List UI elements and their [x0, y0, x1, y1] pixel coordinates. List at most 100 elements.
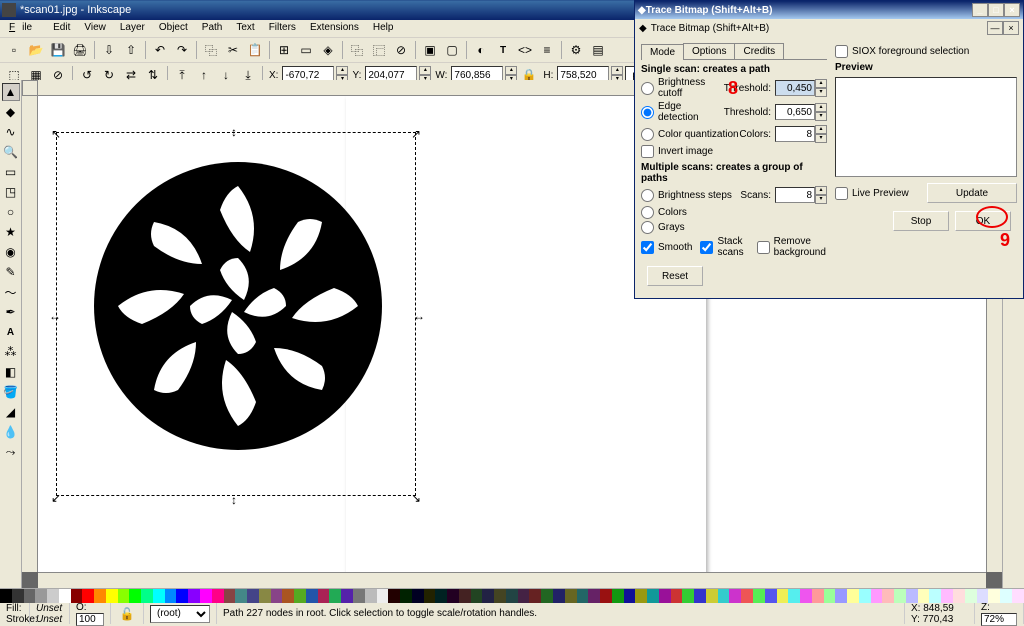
copy-icon[interactable]: ⿻: [201, 40, 221, 60]
gradient-tool[interactable]: ◢: [2, 403, 20, 421]
handle-tm[interactable]: ↕: [231, 125, 241, 135]
dialog-titlebar[interactable]: ◆ Trace Bitmap (Shift+Alt+B) _ □ ×: [635, 1, 1023, 19]
removebg-checkbox[interactable]: [757, 241, 770, 254]
unlink-icon[interactable]: ⊘: [391, 40, 411, 60]
swatch[interactable]: [224, 589, 236, 603]
zoom-fit-icon[interactable]: ⊞: [274, 40, 294, 60]
livepreview-checkbox[interactable]: [835, 187, 848, 200]
tweak-tool[interactable]: ∿: [2, 123, 20, 141]
tab-mode[interactable]: Mode: [641, 44, 684, 60]
colors-radio[interactable]: [641, 206, 654, 219]
swatch[interactable]: [635, 589, 647, 603]
undo-icon[interactable]: ↶: [150, 40, 170, 60]
xml-icon[interactable]: <>: [515, 40, 535, 60]
ruler-vertical[interactable]: [22, 96, 38, 572]
swatch[interactable]: [741, 589, 753, 603]
colors-input[interactable]: [775, 126, 815, 142]
connector-tool[interactable]: ⤳: [2, 443, 20, 461]
handle-bl[interactable]: ↙: [51, 491, 61, 501]
swatch[interactable]: [459, 589, 471, 603]
scrollbar-horizontal[interactable]: [38, 572, 986, 588]
menu-help[interactable]: Help: [366, 20, 401, 37]
node-tool[interactable]: ◆: [2, 103, 20, 121]
swatch[interactable]: [447, 589, 459, 603]
export-icon[interactable]: ⇧: [121, 40, 141, 60]
swatch[interactable]: [918, 589, 930, 603]
swatch[interactable]: [859, 589, 871, 603]
swatch[interactable]: [153, 589, 165, 603]
redo-icon[interactable]: ↷: [172, 40, 192, 60]
text-tool[interactable]: A: [2, 323, 20, 341]
zoom-tool[interactable]: 🔍: [2, 143, 20, 161]
swatch[interactable]: [882, 589, 894, 603]
artwork-circle[interactable]: [88, 156, 388, 456]
swatch[interactable]: [212, 589, 224, 603]
colorquant-radio[interactable]: [641, 128, 654, 141]
fill-stroke-icon[interactable]: ◐: [471, 40, 491, 60]
swatch[interactable]: [200, 589, 212, 603]
swatch[interactable]: [271, 589, 283, 603]
edge-radio[interactable]: [641, 106, 654, 119]
bezier-tool[interactable]: 〜: [2, 283, 20, 301]
swatch[interactable]: [824, 589, 836, 603]
edge-thresh-input[interactable]: [775, 104, 815, 120]
swatch[interactable]: [694, 589, 706, 603]
new-icon[interactable]: ▫: [4, 40, 24, 60]
swatch[interactable]: [424, 589, 436, 603]
swatch[interactable]: [577, 589, 589, 603]
dialog-close-button[interactable]: ×: [1004, 3, 1020, 17]
swatch[interactable]: [341, 589, 353, 603]
swatch[interactable]: [965, 589, 977, 603]
swatch[interactable]: [247, 589, 259, 603]
bucket-tool[interactable]: 🪣: [2, 383, 20, 401]
swatch[interactable]: [682, 589, 694, 603]
swatch[interactable]: [282, 589, 294, 603]
edge-spinner[interactable]: ▴▾: [815, 103, 827, 121]
swatch[interactable]: [506, 589, 518, 603]
swatch[interactable]: [529, 589, 541, 603]
tab-options[interactable]: Options: [683, 43, 735, 59]
swatch[interactable]: [106, 589, 118, 603]
color-palette[interactable]: [0, 588, 1024, 602]
selector-tool[interactable]: ▲: [2, 83, 20, 101]
ungroup-icon[interactable]: ▢: [442, 40, 462, 60]
brightness-radio[interactable]: [641, 82, 654, 95]
swatch[interactable]: [588, 589, 600, 603]
eraser-tool[interactable]: ◧: [2, 363, 20, 381]
swatch[interactable]: [165, 589, 177, 603]
swatch[interactable]: [12, 589, 24, 603]
prefs-icon[interactable]: ⚙: [566, 40, 586, 60]
swatch[interactable]: [412, 589, 424, 603]
swatch[interactable]: [906, 589, 918, 603]
layer-lock-icon[interactable]: 🔓: [117, 604, 137, 624]
rect-tool[interactable]: ▭: [2, 163, 20, 181]
dialog-minimize-button[interactable]: _: [972, 3, 988, 17]
update-button[interactable]: Update: [927, 183, 1017, 203]
smooth-checkbox[interactable]: [641, 241, 654, 254]
docprops-icon[interactable]: ▤: [588, 40, 608, 60]
reset-button[interactable]: Reset: [647, 266, 703, 286]
swatch[interactable]: [647, 589, 659, 603]
brightness-spinner[interactable]: ▴▾: [815, 79, 827, 97]
stroke-value[interactable]: Unset: [36, 614, 63, 625]
swatch[interactable]: [318, 589, 330, 603]
dialog-close2-button[interactable]: ×: [1003, 21, 1019, 35]
swatch[interactable]: [377, 589, 389, 603]
handle-bm[interactable]: ↕: [231, 493, 241, 503]
menu-text[interactable]: Text: [229, 20, 261, 37]
swatch[interactable]: [353, 589, 365, 603]
swatch[interactable]: [553, 589, 565, 603]
swatch[interactable]: [329, 589, 341, 603]
colors-spinner[interactable]: ▴▾: [815, 125, 827, 143]
swatch[interactable]: [235, 589, 247, 603]
pencil-tool[interactable]: ✎: [2, 263, 20, 281]
calligraphy-tool[interactable]: ✒: [2, 303, 20, 321]
scans-spinner[interactable]: ▴▾: [815, 186, 827, 204]
dialog-shade-button[interactable]: —: [987, 21, 1003, 35]
swatch[interactable]: [941, 589, 953, 603]
fill-value[interactable]: Unset: [36, 603, 63, 614]
swatch[interactable]: [306, 589, 318, 603]
siox-checkbox[interactable]: [835, 45, 848, 58]
swatch[interactable]: [118, 589, 130, 603]
star-tool[interactable]: ★: [2, 223, 20, 241]
